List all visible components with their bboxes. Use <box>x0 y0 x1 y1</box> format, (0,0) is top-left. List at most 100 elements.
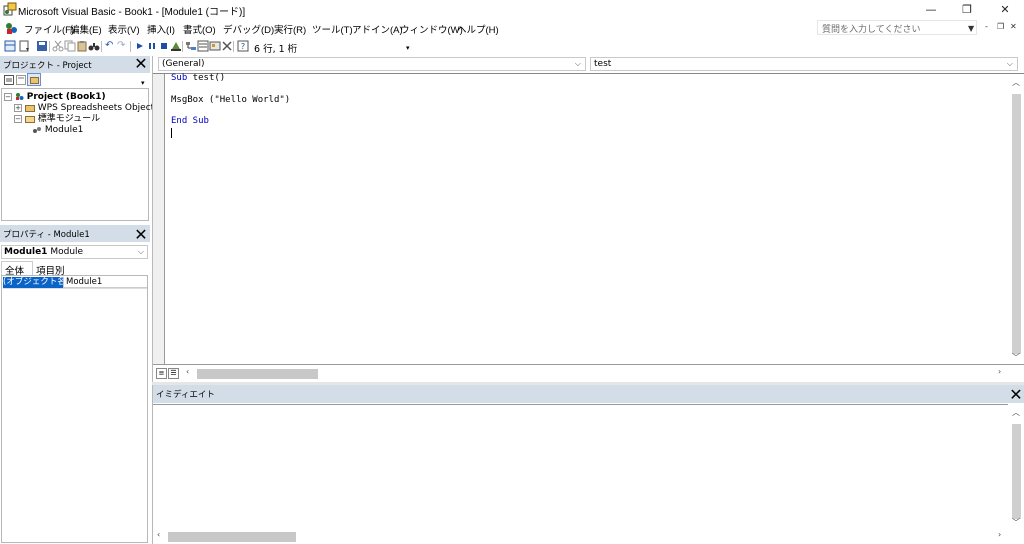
scroll-left-icon[interactable]: ‹ <box>186 367 189 376</box>
horizontal-scrollbar-thumb[interactable] <box>168 532 296 542</box>
undo-icon[interactable]: ↶ <box>105 40 113 51</box>
toolbar-separator <box>49 41 50 52</box>
folder-icon <box>24 104 35 112</box>
menu-file[interactable]: ファイル(F) <box>24 22 74 36</box>
menu-help[interactable]: ヘルプ(H) <box>457 22 499 36</box>
code-line-2[interactable]: MsgBox ("Hello World") <box>171 95 290 105</box>
menu-tools[interactable]: ツール(T) <box>312 22 353 36</box>
properties-window-icon[interactable] <box>197 40 209 52</box>
tree-node-standard-modules[interactable]: − 標準モジュール <box>14 114 100 125</box>
code-line-3[interactable]: End Sub <box>171 116 209 126</box>
code-vertical-scrollbar[interactable]: ︿ ﹀ <box>1008 74 1024 364</box>
close-project-pane-icon[interactable]: ✕ <box>133 56 149 72</box>
pane-splitter[interactable] <box>152 382 1024 385</box>
toolbar-separator <box>182 41 183 52</box>
collapse-icon[interactable]: − <box>14 114 22 123</box>
text-cursor <box>171 128 172 138</box>
scroll-down-icon[interactable]: ﹀ <box>1012 517 1020 528</box>
scroll-right-icon[interactable]: › <box>998 530 1001 539</box>
immediate-vertical-scrollbar[interactable]: ︿ ﹀ <box>1008 404 1024 529</box>
toolbox-icon[interactable] <box>221 40 233 52</box>
menu-format[interactable]: 書式(O) <box>183 22 216 36</box>
code-header-divider <box>153 73 1024 74</box>
vbe-window: Microsoft Visual Basic - Book1 - [Module… <box>0 0 1024 544</box>
menu-view[interactable]: 表示(V) <box>108 22 140 36</box>
run-icon[interactable] <box>134 40 146 52</box>
object-select[interactable]: Module1 Module ⌵ <box>1 245 148 259</box>
toolbar-options-icon[interactable]: ▾ <box>406 44 410 52</box>
code-line-1[interactable]: Sub test() <box>171 73 225 83</box>
horizontal-scrollbar-thumb[interactable] <box>197 369 318 379</box>
chevron-down-icon[interactable]: ⌵ <box>138 247 144 257</box>
mdi-restore-button[interactable]: ❐ <box>997 22 1004 31</box>
reset-icon[interactable] <box>158 40 170 52</box>
scroll-down-icon[interactable]: ﹀ <box>1012 352 1020 363</box>
copy-icon[interactable] <box>64 40 76 52</box>
tree-node-wps-objects[interactable]: + WPS Spreadsheets Objects <box>14 103 159 114</box>
full-module-view-button[interactable]: ☰ <box>168 368 179 379</box>
mdi-close-button[interactable]: ✕ <box>1010 22 1017 31</box>
expand-icon[interactable]: + <box>14 103 22 112</box>
save-icon[interactable] <box>36 40 48 52</box>
tree-node-project[interactable]: − Project (Book1) <box>4 92 106 103</box>
property-name-cell[interactable]: (オブジェクト名) <box>3 277 63 288</box>
scroll-left-icon[interactable]: ‹ <box>157 530 160 539</box>
mdi-minimize-button[interactable]: - <box>985 22 988 31</box>
open-folder-icon <box>24 115 35 123</box>
immediate-input-area[interactable] <box>153 404 1008 529</box>
cut-icon[interactable] <box>52 40 64 52</box>
margin-indicator-bar[interactable] <box>153 74 165 364</box>
help-icon[interactable]: ? <box>237 40 249 52</box>
menu-insert[interactable]: 挿入(I) <box>147 22 175 36</box>
menu-debug[interactable]: デバッグ(D) <box>223 22 274 36</box>
find-icon[interactable] <box>88 40 100 52</box>
object-dropdown[interactable]: (General) ⌵ <box>158 57 586 71</box>
code-bottom-bar: ≡ ☰ ‹ › <box>153 364 1024 382</box>
tab-categorized[interactable]: 項目別 <box>33 262 73 277</box>
help-search-input[interactable]: 質問を入力してください <box>817 20 977 35</box>
properties-pane-title: プロパティ - Module1 <box>0 225 150 242</box>
menu-addins[interactable]: アドイン(A) <box>352 22 403 36</box>
menu-edit[interactable]: 編集(E) <box>70 22 102 36</box>
view-object-icon[interactable] <box>16 75 26 85</box>
toggle-folders-button[interactable] <box>27 73 41 86</box>
procedure-view-button[interactable]: ≡ <box>156 368 167 379</box>
object-dropdown-value: (General) <box>162 59 205 69</box>
help-dropdown-arrow-icon[interactable]: ▼ <box>968 24 974 33</box>
minimize-button[interactable]: — <box>912 0 950 19</box>
pane-toolbar-scroll-icon[interactable]: ▾ <box>141 79 145 87</box>
menu-window[interactable]: ウィンドウ(W) <box>400 22 463 36</box>
collapse-icon[interactable]: − <box>4 92 12 101</box>
project-explorer-icon[interactable] <box>185 40 197 52</box>
insert-module-icon[interactable] <box>18 40 30 52</box>
scrollbar-thumb[interactable] <box>1012 424 1021 519</box>
grid-line <box>3 288 147 289</box>
menu-run[interactable]: 実行(R) <box>274 22 306 36</box>
scrollbar-thumb[interactable] <box>1012 94 1021 354</box>
project-pane-title: プロジェクト - Project <box>0 56 150 73</box>
close-window-button[interactable]: ✕ <box>986 0 1024 19</box>
immediate-horizontal-scrollbar[interactable]: ‹ › <box>153 529 1008 544</box>
paste-icon[interactable] <box>76 40 88 52</box>
redo-icon[interactable]: ↷ <box>117 40 125 51</box>
chevron-down-icon[interactable]: ⌵ <box>575 59 581 69</box>
view-code-icon[interactable] <box>4 75 14 85</box>
object-browser-icon[interactable] <box>209 40 221 52</box>
scroll-up-icon[interactable]: ︿ <box>1012 407 1020 418</box>
tab-alphabetic[interactable]: 全体 <box>1 261 33 277</box>
view-excel-icon[interactable] <box>4 40 16 52</box>
close-immediate-pane-icon[interactable]: ✕ <box>1008 387 1024 403</box>
chevron-down-icon[interactable]: ⌵ <box>1007 59 1013 69</box>
design-mode-icon[interactable] <box>170 40 182 52</box>
scroll-right-icon[interactable]: › <box>998 367 1001 376</box>
scroll-up-icon[interactable]: ︿ <box>1012 77 1020 88</box>
procedure-dropdown[interactable]: test ⌵ <box>590 57 1018 71</box>
property-value-cell[interactable]: Module1 <box>63 277 147 288</box>
restore-button[interactable]: ❐ <box>948 0 986 19</box>
toolbar-separator <box>130 41 131 52</box>
title-bar: Microsoft Visual Basic - Book1 - [Module… <box>0 0 1024 19</box>
property-grid: (オブジェクト名) Module1 <box>1 275 148 543</box>
break-icon[interactable] <box>146 40 158 52</box>
tree-node-module1[interactable]: Module1 <box>32 125 83 136</box>
close-properties-pane-icon[interactable]: ✕ <box>133 227 149 243</box>
